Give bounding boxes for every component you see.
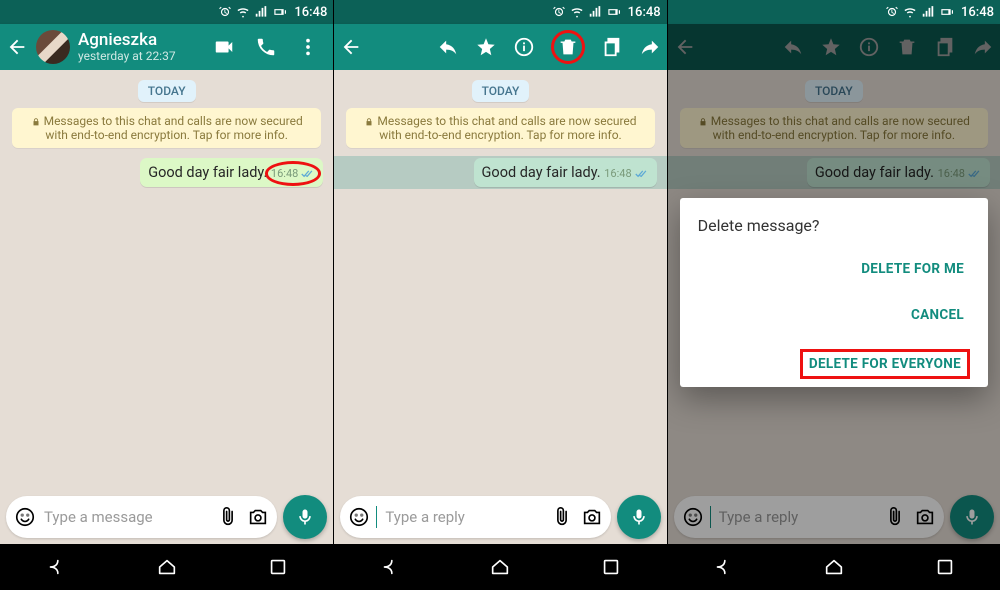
battery-icon <box>272 5 286 19</box>
nav-home-icon[interactable] <box>156 556 178 578</box>
delete-icon[interactable] <box>557 36 579 58</box>
nav-back-icon[interactable] <box>379 556 401 578</box>
compose-bar: Type a reply <box>334 490 666 544</box>
compose-placeholder: Type a message <box>44 508 209 526</box>
copy-icon[interactable] <box>601 36 623 58</box>
delete-dialog: Delete message? DELETE FOR ME CANCEL DEL… <box>680 198 988 387</box>
emoji-icon[interactable] <box>348 506 370 528</box>
mic-button[interactable] <box>617 495 661 539</box>
attach-icon[interactable] <box>551 506 573 528</box>
attach-icon[interactable] <box>217 506 239 528</box>
battery-icon <box>606 5 620 19</box>
compose-bar: Type a message <box>0 490 333 544</box>
dialog-title: Delete message? <box>698 216 970 235</box>
encryption-notice[interactable]: Messages to this chat and calls are now … <box>12 108 321 148</box>
contact-avatar[interactable] <box>36 30 70 64</box>
chat-app-bar: Agnieszka yesterday at 22:37 <box>0 24 333 70</box>
mic-button[interactable] <box>283 495 327 539</box>
status-bar: 16:48 <box>0 0 333 24</box>
message-meta: 16:48 <box>271 167 315 180</box>
nav-recents-icon[interactable] <box>600 556 622 578</box>
read-ticks-icon <box>301 169 315 179</box>
star-icon[interactable] <box>475 36 497 58</box>
status-bar: 16:48 <box>334 0 666 24</box>
forward-icon[interactable] <box>639 36 661 58</box>
read-ticks-icon <box>635 169 649 179</box>
screenshot-2-message-selected: 16:48 TODAY Messages to this chat and ca… <box>333 0 666 590</box>
mic-icon <box>629 507 649 527</box>
message-text: Good day fair lady. <box>148 164 267 181</box>
nav-home-icon[interactable] <box>489 556 511 578</box>
alarm-icon <box>885 5 899 19</box>
message-time: 16:48 <box>271 167 298 180</box>
nav-recents-icon[interactable] <box>934 556 956 578</box>
nav-home-icon[interactable] <box>823 556 845 578</box>
cancel-button[interactable]: CANCEL <box>905 303 970 327</box>
voice-call-icon[interactable] <box>255 36 277 58</box>
android-nav-bar <box>668 544 1000 590</box>
close-selection-icon[interactable] <box>340 36 362 58</box>
message-row[interactable]: Good day fair lady. 16:48 <box>0 156 333 189</box>
screenshot-3-delete-dialog: 16:48 TODAY Messages to this chat and ca… <box>667 0 1000 590</box>
nav-back-icon[interactable] <box>45 556 67 578</box>
selection-action-bar <box>334 24 666 70</box>
android-nav-bar <box>334 544 666 590</box>
back-icon[interactable] <box>6 36 28 58</box>
wifi-icon <box>903 5 917 19</box>
signal-icon <box>588 5 602 19</box>
delete-for-me-button[interactable]: DELETE FOR ME <box>855 257 970 281</box>
day-separator: TODAY <box>472 80 530 102</box>
chat-body[interactable]: TODAY Messages to this chat and calls ar… <box>0 70 333 490</box>
lock-icon <box>364 117 374 127</box>
lock-icon <box>31 117 41 127</box>
contact-name: Agnieszka <box>78 31 205 50</box>
status-time: 16:48 <box>961 5 994 20</box>
video-call-icon[interactable] <box>213 36 235 58</box>
nav-recents-icon[interactable] <box>267 556 289 578</box>
delete-highlight <box>551 30 585 64</box>
camera-icon[interactable] <box>581 506 603 528</box>
message-time: 16:48 <box>604 167 631 180</box>
delete-for-everyone-button[interactable]: DELETE FOR EVERYONE <box>800 349 970 379</box>
status-time: 16:48 <box>628 5 661 20</box>
message-text: Good day fair lady. <box>482 164 601 181</box>
info-icon[interactable] <box>513 36 535 58</box>
mic-icon <box>295 507 315 527</box>
encryption-notice[interactable]: Messages to this chat and calls are now … <box>346 108 654 148</box>
signal-icon <box>921 5 935 19</box>
emoji-icon[interactable] <box>14 506 36 528</box>
outgoing-message-bubble: Good day fair lady. 16:48 <box>140 158 323 187</box>
compose-field[interactable]: Type a message <box>6 496 277 538</box>
signal-icon <box>254 5 268 19</box>
alarm-icon <box>218 5 232 19</box>
android-nav-bar <box>0 544 333 590</box>
wifi-icon <box>570 5 584 19</box>
compose-placeholder: Type a reply <box>385 508 542 526</box>
contact-title-block[interactable]: Agnieszka yesterday at 22:37 <box>78 31 205 63</box>
nav-back-icon[interactable] <box>712 556 734 578</box>
message-row-selected[interactable]: Good day fair lady. 16:48 <box>334 156 666 189</box>
message-meta: 16:48 <box>604 167 648 180</box>
camera-icon[interactable] <box>247 506 269 528</box>
outgoing-message-bubble: Good day fair lady. 16:48 <box>474 158 657 187</box>
text-cursor <box>376 506 377 528</box>
day-separator: TODAY <box>138 80 196 102</box>
screenshot-1-normal-chat: 16:48 Agnieszka yesterday at 22:37 TODAY… <box>0 0 333 590</box>
compose-field[interactable]: Type a reply <box>340 496 610 538</box>
status-bar: 16:48 <box>668 0 1000 24</box>
status-time: 16:48 <box>294 5 327 20</box>
overflow-menu-icon[interactable] <box>297 36 319 58</box>
wifi-icon <box>236 5 250 19</box>
contact-last-seen: yesterday at 22:37 <box>78 50 205 63</box>
reply-icon[interactable] <box>437 36 459 58</box>
alarm-icon <box>552 5 566 19</box>
chat-body[interactable]: TODAY Messages to this chat and calls ar… <box>334 70 666 490</box>
battery-icon <box>939 5 953 19</box>
